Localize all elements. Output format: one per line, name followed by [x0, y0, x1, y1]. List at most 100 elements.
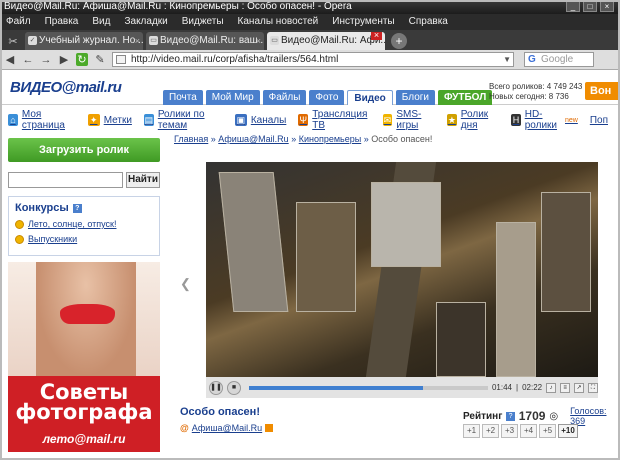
- menu-widgets[interactable]: Виджеты: [182, 14, 224, 30]
- ad-photo-detail: [60, 304, 115, 324]
- maximize-icon[interactable]: □: [583, 1, 597, 12]
- menu-edit[interactable]: Правка: [45, 14, 79, 30]
- advertisement-banner[interactable]: Советы фотографа лето@mail.ru: [8, 262, 160, 452]
- address-input[interactable]: http://video.mail.ru/corp/afisha/trailer…: [112, 52, 514, 67]
- tools-icon[interactable]: ✂: [4, 34, 22, 50]
- menu-help[interactable]: Справка: [409, 14, 448, 30]
- home-icon: ⌂: [8, 114, 18, 126]
- minimize-icon[interactable]: _: [566, 1, 580, 12]
- fullscreen-icon[interactable]: ⛶: [588, 382, 598, 393]
- rss-icon[interactable]: [265, 424, 274, 432]
- tab-bar: ✂ ✓ Учебный журнал. Но ... × ▭ Видео@Mai…: [0, 30, 620, 50]
- tab-photo[interactable]: Фото: [309, 90, 345, 105]
- link-topics[interactable]: ▤ Ролики по темам: [143, 109, 223, 131]
- contest-item[interactable]: Лето, солнце, отпуск!: [15, 219, 153, 229]
- rate-plus10-button[interactable]: +10: [558, 424, 578, 438]
- link-label: Метки: [103, 114, 132, 126]
- rate-plus2-button[interactable]: +2: [482, 424, 499, 438]
- volume-icon[interactable]: ♪: [546, 382, 557, 393]
- back-fast-icon[interactable]: ◀: [4, 53, 16, 66]
- address-toolbar: ◀ ← → ▶ ↻ ✎ http://video.mail.ru/corp/af…: [0, 50, 620, 70]
- link-tv[interactable]: Ψ Трансляция ТВ: [298, 109, 370, 131]
- video-player[interactable]: ❚❚ ■ 01:44 | 02:22 ♪ ≡ ↗ ⛶: [206, 162, 598, 398]
- tab-football[interactable]: ФУТБОЛ: [438, 90, 493, 105]
- help-icon[interactable]: ?: [72, 203, 82, 213]
- menu-bookmarks[interactable]: Закладки: [124, 14, 167, 30]
- link-day[interactable]: ★ Ролик дня: [446, 109, 499, 131]
- link-channels[interactable]: ▣ Каналы: [234, 110, 287, 130]
- tab-journal[interactable]: ✓ Учебный журнал. Но ... ×: [25, 32, 143, 50]
- breadcrumb-home[interactable]: Главная: [174, 134, 208, 144]
- search-input[interactable]: G Google: [524, 52, 594, 67]
- login-button[interactable]: Вон: [585, 82, 620, 100]
- chevron-down-icon[interactable]: ▼: [503, 53, 511, 66]
- link-label: Ролики по темам: [157, 109, 205, 131]
- author-icon: @: [180, 423, 189, 433]
- tab-video-site[interactable]: Видео: [347, 90, 393, 105]
- video-frame[interactable]: [206, 162, 598, 377]
- building: [436, 302, 486, 377]
- site-search-input[interactable]: [8, 172, 123, 188]
- votes-link[interactable]: Голосов: 369: [570, 406, 620, 426]
- contest-item[interactable]: Выпускники: [15, 234, 153, 244]
- close-tab-icon[interactable]: ×: [371, 32, 382, 40]
- link-label: HD-ролики: [524, 109, 558, 131]
- close-tab-icon[interactable]: ×: [135, 32, 140, 50]
- site-logo[interactable]: ВИДЕО@mail.ru: [10, 79, 122, 96]
- share-icon[interactable]: ↗: [574, 382, 585, 393]
- prev-arrow-icon[interactable]: ❮: [180, 276, 191, 292]
- menu-file[interactable]: Файл: [6, 14, 31, 30]
- progress-bar[interactable]: [248, 385, 488, 390]
- pause-icon[interactable]: ❚❚: [209, 380, 223, 395]
- rate-plus1-button[interactable]: +1: [463, 424, 480, 438]
- progress-fill: [248, 385, 424, 390]
- site-header: ВИДЕО@mail.ru Почта Мой Мир Файлы Фото В…: [0, 71, 620, 105]
- link-sms[interactable]: ✉ SMS-игры: [382, 109, 435, 131]
- breadcrumb-premieres[interactable]: Кинопремьеры: [299, 134, 362, 144]
- menu-feeds[interactable]: Каналы новостей: [238, 14, 319, 30]
- new-tab-icon[interactable]: +: [391, 33, 407, 49]
- breadcrumb-afisha[interactable]: Афиша@Mail.Ru: [218, 134, 288, 144]
- menu-tools[interactable]: Инструменты: [332, 14, 394, 30]
- rate-plus3-button[interactable]: +3: [501, 424, 518, 438]
- link-label: SMS-игры: [396, 109, 422, 131]
- back-icon[interactable]: ←: [22, 54, 34, 66]
- tab-myworld[interactable]: Мой Мир: [205, 90, 260, 105]
- close-window-icon[interactable]: ×: [600, 1, 614, 12]
- video-stats: Всего роликов: 4 749 243 Новых сегодня: …: [489, 82, 582, 102]
- clapper-icon: ★: [446, 114, 457, 126]
- site-tabs: Почта Мой Мир Файлы Фото Видео Блоги ФУТ…: [163, 90, 493, 105]
- menu-view[interactable]: Вид: [92, 14, 110, 30]
- forward-icon[interactable]: →: [40, 54, 52, 66]
- tab-video[interactable]: ▭ Видео@Mail.Ru: ваш ... ×: [146, 32, 264, 50]
- stop-icon[interactable]: ■: [226, 380, 241, 395]
- site-search: Найти: [8, 172, 160, 188]
- upload-button[interactable]: Загрузить ролик: [8, 138, 160, 162]
- film-icon: ▤: [143, 114, 154, 126]
- link-hd[interactable]: H HD-ролики new: [511, 109, 578, 131]
- page-icon: ▭: [149, 36, 158, 45]
- forward-fast-icon[interactable]: ▶: [58, 53, 70, 66]
- author-link[interactable]: Афиша@Mail.Ru: [192, 423, 262, 433]
- find-button[interactable]: Найти: [126, 172, 160, 188]
- window-title: Видео@Mail.Ru: Афиша@Mail.Ru : Кинопремь…: [4, 1, 352, 12]
- help-icon[interactable]: ?: [506, 411, 515, 421]
- player-controls: ❚❚ ■ 01:44 | 02:22 ♪ ≡ ↗ ⛶: [206, 377, 598, 398]
- sms-icon: ✉: [382, 114, 393, 126]
- link-label: Каналы: [250, 114, 287, 126]
- wand-icon[interactable]: ✎: [94, 53, 106, 66]
- reload-icon[interactable]: ↻: [76, 53, 88, 66]
- breadcrumb-current: Особо опасен!: [371, 134, 433, 144]
- tab-mail[interactable]: Почта: [163, 90, 203, 105]
- link-my-page[interactable]: ⌂ Моя страница: [8, 109, 76, 131]
- tab-afisha[interactable]: ▭ Видео@Mail.Ru: Афи... ×: [267, 32, 385, 50]
- rate-plus4-button[interactable]: +4: [520, 424, 537, 438]
- close-tab-icon[interactable]: ×: [256, 32, 261, 50]
- link-tags[interactable]: ✦ Метки: [87, 110, 132, 130]
- tab-blogs[interactable]: Блоги: [395, 90, 435, 105]
- settings-icon[interactable]: ≡: [560, 382, 571, 393]
- link-pop[interactable]: Поп: [590, 110, 608, 130]
- rate-plus5-button[interactable]: +5: [539, 424, 556, 438]
- new-badge: new: [564, 116, 578, 124]
- tab-files[interactable]: Файлы: [262, 90, 307, 105]
